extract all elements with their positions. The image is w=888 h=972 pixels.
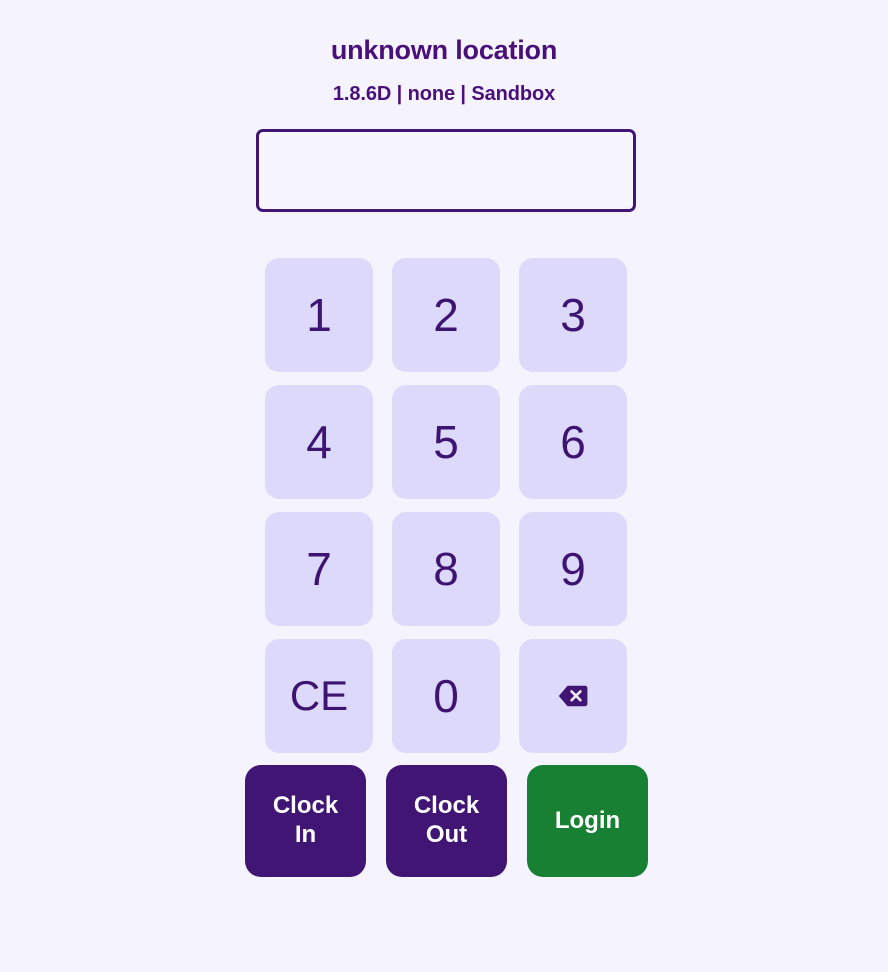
key-1[interactable]: 1 [265, 258, 373, 372]
key-6[interactable]: 6 [519, 385, 627, 499]
key-4[interactable]: 4 [265, 385, 373, 499]
version-status-line: 1.8.6D | none | Sandbox [332, 82, 556, 105]
header: unknown location 1.8.6D | none | Sandbox [0, 0, 888, 105]
key-0[interactable]: 0 [392, 639, 500, 753]
backspace-icon [558, 685, 588, 707]
login-button[interactable]: Login [527, 765, 648, 877]
key-7[interactable]: 7 [265, 512, 373, 626]
key-clear-entry[interactable]: CE [265, 639, 373, 753]
clock-in-button[interactable]: Clock In [245, 765, 366, 877]
numeric-keypad: 1 2 3 4 5 6 7 8 9 CE 0 [265, 258, 627, 753]
page-title: unknown location [330, 35, 558, 65]
key-9[interactable]: 9 [519, 512, 627, 626]
pin-login-screen: unknown location 1.8.6D | none | Sandbox… [0, 0, 888, 972]
key-8[interactable]: 8 [392, 512, 500, 626]
action-button-row: Clock In Clock Out Login [245, 765, 648, 877]
key-5[interactable]: 5 [392, 385, 500, 499]
key-2[interactable]: 2 [392, 258, 500, 372]
key-backspace[interactable] [519, 639, 627, 753]
clock-out-button[interactable]: Clock Out [386, 765, 507, 877]
key-3[interactable]: 3 [519, 258, 627, 372]
pin-input[interactable] [256, 129, 636, 212]
